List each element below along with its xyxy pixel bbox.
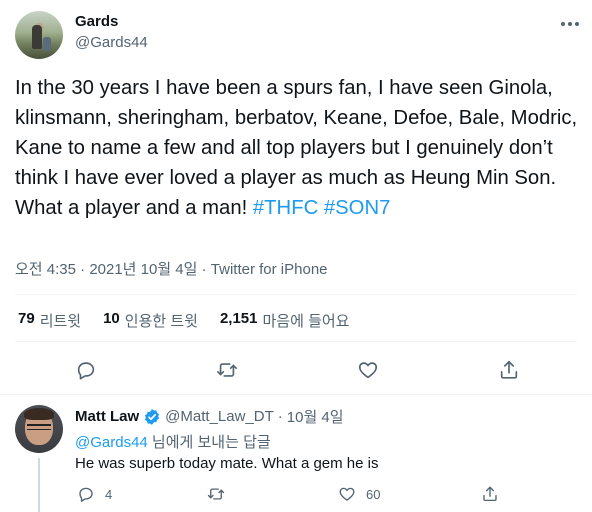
likes-stat[interactable]: 2,151 마음에 들어요 xyxy=(220,310,350,331)
reply-icon xyxy=(77,362,95,380)
reply-retweet-button[interactable] xyxy=(206,484,226,504)
likes-label: 마음에 들어요 xyxy=(262,313,350,330)
quotes-count: 10 xyxy=(103,310,120,327)
heart-icon xyxy=(358,362,378,379)
share-button[interactable] xyxy=(495,356,523,384)
reply-share-button[interactable] xyxy=(481,484,499,504)
author-name[interactable]: Gards xyxy=(75,13,118,30)
retweet-icon xyxy=(207,488,225,500)
tweet-text: In the 30 years I have been a spurs fan,… xyxy=(15,73,585,223)
more-dots-icon xyxy=(561,22,579,26)
verified-badge xyxy=(143,408,161,426)
quotes-label: 인용한 트윗 xyxy=(124,313,198,330)
reply-separator: · xyxy=(277,408,283,425)
verified-badge-icon xyxy=(145,408,160,425)
hashtag-thfc[interactable]: #THFC xyxy=(253,197,318,219)
retweets-count: 79 xyxy=(18,310,35,327)
divider-top xyxy=(15,294,577,295)
quotes-stat[interactable]: 10 인용한 트윗 xyxy=(103,310,198,331)
heart-icon xyxy=(339,487,355,501)
reply-reply-count: 4 xyxy=(105,486,113,502)
replying-to: @Gards44 님에게 보내는 답글 xyxy=(75,431,271,452)
replying-to-suffix: 님에게 보내는 답글 xyxy=(147,434,271,451)
more-options-button[interactable] xyxy=(556,14,584,34)
avatar-figure xyxy=(32,25,42,49)
reply-author-handle[interactable]: @Matt_Law_DT xyxy=(165,408,274,425)
meta-separator: · xyxy=(80,261,86,278)
reply-author-name[interactable]: Matt Law xyxy=(75,408,139,425)
tweet-actions xyxy=(0,356,592,384)
tweet-meta: 오전 4:35 · 2021년 10월 4일 · Twitter for iPh… xyxy=(15,258,328,279)
share-icon xyxy=(483,486,497,502)
reply-like-button[interactable]: 60 xyxy=(338,484,380,504)
tweet-date[interactable]: 2021년 10월 4일 xyxy=(89,261,197,278)
reply-header: Matt Law @Matt_Law_DT · 10월 4일 xyxy=(75,406,344,427)
replying-to-handle[interactable]: @Gards44 xyxy=(75,434,148,451)
hashtag-son7[interactable]: #SON7 xyxy=(324,197,391,219)
reply-author-avatar[interactable] xyxy=(15,405,63,453)
share-icon xyxy=(500,360,518,379)
retweets-stat[interactable]: 79 리트윗 xyxy=(18,310,81,331)
thread-line xyxy=(38,458,40,512)
reply-like-count: 60 xyxy=(366,486,381,502)
meta-separator-2: · xyxy=(201,261,207,278)
reply-button[interactable] xyxy=(72,356,100,384)
tweet-stats: 79 리트윗 10 인용한 트윗 2,151 마음에 들어요 xyxy=(18,310,371,331)
like-button[interactable] xyxy=(354,356,382,384)
avatar-hair xyxy=(24,408,54,420)
author-avatar[interactable] xyxy=(15,11,63,59)
tweet-time[interactable]: 오전 4:35 xyxy=(15,261,76,278)
reply-reply-button[interactable]: 4 xyxy=(77,484,112,504)
divider-bottom xyxy=(0,394,592,395)
avatar-figure-child xyxy=(43,37,51,51)
retweets-label: 리트윗 xyxy=(39,313,82,330)
retweet-button[interactable] xyxy=(213,356,241,384)
reply-date[interactable]: 10월 4일 xyxy=(287,406,344,427)
retweet-icon xyxy=(217,363,237,377)
divider-middle xyxy=(15,341,577,342)
reply-text: He was superb today mate. What a gem he … xyxy=(75,455,379,472)
tweet-source[interactable]: Twitter for iPhone xyxy=(211,261,328,278)
author-handle[interactable]: @Gards44 xyxy=(75,34,148,51)
avatar-glasses xyxy=(27,424,51,430)
tweet-detail-page: Gards @Gards44 In the 30 years I have be… xyxy=(0,0,592,512)
likes-count: 2,151 xyxy=(219,310,258,327)
reply-icon xyxy=(79,487,93,502)
